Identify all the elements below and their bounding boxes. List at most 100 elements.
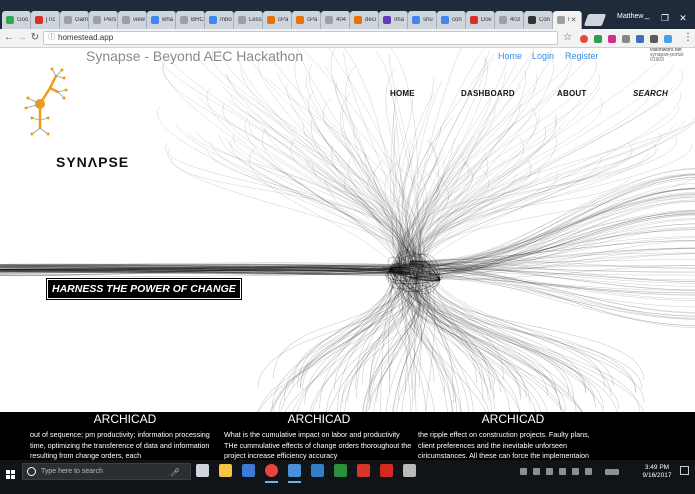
nav-dashboard[interactable]: DASHBOARD — [461, 89, 515, 98]
camera-extension-icon[interactable] — [622, 35, 630, 43]
tab-list: Goo [Tic Gam Pers view wha BRC Inbo Less cPa cPa 40… — [2, 11, 607, 29]
nav-search[interactable]: SEARCH — [633, 89, 668, 98]
browser-tab[interactable]: cPa — [263, 11, 292, 29]
tab-close-icon[interactable]: ✕ — [571, 16, 577, 24]
back-icon[interactable]: ← — [3, 32, 15, 43]
browser-tab[interactable]: Pers — [89, 11, 118, 29]
new-tab-button[interactable] — [583, 14, 607, 26]
shield-extension-icon[interactable] — [594, 35, 602, 43]
network-strand — [409, 120, 695, 272]
tab-title: Con — [539, 17, 551, 23]
blue-extension-icon[interactable] — [636, 35, 644, 43]
feature-column-3: ARCHICAD the ripple effect on constructi… — [418, 412, 608, 460]
browser-menu-icon[interactable]: ⋮ — [683, 32, 693, 43]
tray-app-icon[interactable] — [520, 468, 527, 475]
browser-tab[interactable]: Con — [524, 11, 553, 29]
browser-tab[interactable]: [Tic — [31, 11, 60, 29]
address-bar[interactable]: ⓘ homestead.app — [43, 31, 558, 45]
network-icon[interactable] — [585, 468, 592, 475]
tab-favicon-icon — [238, 16, 246, 24]
mail-icon[interactable] — [288, 464, 301, 477]
network-strand — [417, 267, 645, 412]
network-strand — [324, 177, 403, 272]
chrome-icon[interactable] — [265, 464, 278, 477]
browser-tab[interactable]: Dov — [466, 11, 495, 29]
volume-icon[interactable] — [572, 468, 579, 475]
tray-app-icon[interactable] — [546, 468, 553, 475]
system-clock[interactable]: 3:49 PM 9/16/2017 — [640, 464, 674, 480]
tab-favicon-icon — [93, 16, 101, 24]
login-link[interactable]: Login — [532, 51, 554, 61]
tab-title: Gam — [75, 17, 88, 23]
browser-tab[interactable]: wha — [147, 11, 176, 29]
task-view-icon[interactable] — [196, 464, 209, 477]
grasshopper-icon[interactable] — [334, 464, 347, 477]
browser-tab[interactable]: I ✕ — [553, 11, 582, 29]
battery-icon[interactable] — [559, 468, 566, 475]
register-link[interactable]: Register — [565, 51, 599, 61]
tab-favicon-icon — [528, 16, 536, 24]
browser-tab[interactable]: Inbo — [205, 11, 234, 29]
action-center-icon[interactable] — [680, 466, 689, 475]
minimize-icon[interactable]: – — [640, 13, 654, 23]
tab-favicon-icon — [557, 16, 565, 24]
cortana-icon — [27, 467, 36, 476]
browser-tab[interactable]: shu — [408, 11, 437, 29]
file-explorer-icon[interactable] — [219, 464, 232, 477]
photos-icon[interactable] — [311, 464, 324, 477]
synapse-logo-icon[interactable] — [12, 66, 72, 138]
tab-favicon-icon — [267, 16, 275, 24]
dark-extension-icon[interactable] — [650, 35, 658, 43]
network-strand — [409, 48, 671, 276]
tab-favicon-icon — [412, 16, 420, 24]
browser-tab[interactable]: Less — [234, 11, 263, 29]
forward-icon[interactable]: → — [16, 32, 28, 43]
browser-tab[interactable]: cPa — [292, 11, 321, 29]
network-strands — [0, 48, 695, 412]
browser-tab[interactable]: Gam — [60, 11, 89, 29]
browser-tab[interactable]: Goo — [2, 11, 31, 29]
tab-favicon-icon — [151, 16, 159, 24]
cloud-extension-icon[interactable] — [664, 35, 672, 43]
reload-icon[interactable]: ↻ — [29, 32, 41, 43]
microphone-icon[interactable]: 🎤︎ — [170, 468, 180, 477]
tab-title: cPa — [307, 17, 318, 23]
windows-start-icon[interactable] — [6, 470, 16, 480]
tab-favicon-icon — [64, 16, 72, 24]
browser-tab[interactable]: 404 — [321, 11, 350, 29]
close-window-icon[interactable]: ✕ — [676, 13, 690, 24]
sketchup-icon[interactable] — [357, 464, 370, 477]
tray-app-icon[interactable] — [533, 468, 540, 475]
feature-title: ARCHICAD — [481, 412, 545, 426]
browser-tab[interactable]: 403 — [495, 11, 524, 29]
watermark: visionworx.net synapse-portal-01903 — [650, 48, 695, 63]
info-icon[interactable]: ⓘ — [48, 32, 55, 44]
tab-title: Goo — [17, 17, 29, 23]
features-strip: ARCHICAD out of sequence; pm productivit… — [0, 412, 695, 460]
taskbar-search-box[interactable]: Type here to search — [22, 463, 191, 480]
tab-favicon-icon — [296, 16, 304, 24]
nav-about[interactable]: ABOUT — [557, 89, 586, 98]
cube-app-icon[interactable] — [403, 464, 416, 477]
pink-extension-icon[interactable] — [608, 35, 616, 43]
bookmark-star-icon[interactable]: ☆ — [563, 32, 572, 43]
maximize-icon[interactable]: ❐ — [658, 13, 672, 24]
web-page: Synapse - Beyond AEC Hackathon Home Logi… — [0, 48, 695, 412]
acrobat-icon[interactable] — [380, 464, 393, 477]
tab-title: Less — [249, 17, 262, 23]
tab-favicon-icon — [35, 16, 43, 24]
network-strand — [409, 218, 695, 264]
browser-tab[interactable]: con — [437, 11, 466, 29]
network-strand — [167, 56, 418, 272]
browser-tab[interactable]: Ima — [379, 11, 408, 29]
browser-tab[interactable]: BRC — [176, 11, 205, 29]
keyboard-icon[interactable] — [605, 469, 619, 475]
tab-favicon-icon — [122, 16, 130, 24]
store-icon[interactable] — [242, 464, 255, 477]
home-link[interactable]: Home — [498, 51, 522, 61]
browser-tab[interactable]: view — [118, 11, 147, 29]
opera-extension-icon[interactable] — [580, 35, 588, 43]
brand-wordmark: SYNΛPSE — [56, 154, 130, 170]
nav-home[interactable]: HOME — [390, 89, 415, 98]
browser-tab[interactable]: deci — [350, 11, 379, 29]
